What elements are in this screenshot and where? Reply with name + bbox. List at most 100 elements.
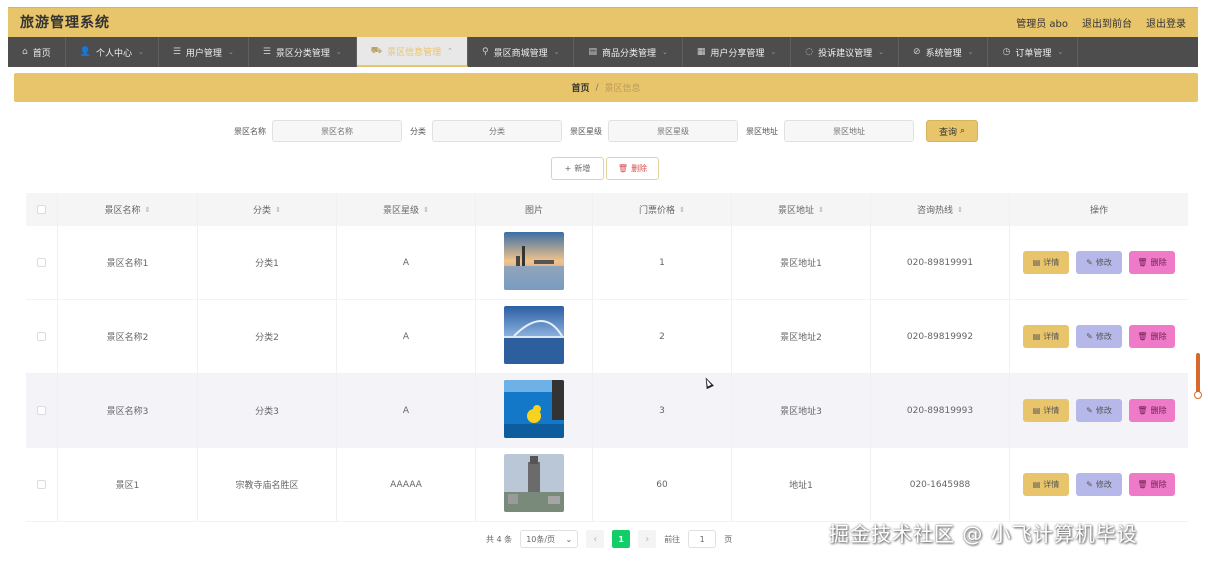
scrollbar-handle[interactable]	[1194, 391, 1202, 399]
trash-icon: 🗑	[617, 164, 629, 173]
nav-item-8[interactable]: ◌ 投诉建议管理 ⌄	[791, 37, 900, 67]
detail-button[interactable]: ▤ 详情	[1023, 325, 1069, 348]
name-search-input[interactable]	[272, 120, 402, 142]
cell-price: 60	[593, 448, 732, 521]
detail-button[interactable]: ▤ 详情	[1023, 473, 1069, 496]
pencil-icon: ✎	[1086, 332, 1093, 341]
breadcrumb-home[interactable]: 首页	[571, 81, 589, 94]
header-name[interactable]: 景区名称 ⇕	[58, 193, 198, 226]
delete-row-button[interactable]: 🗑 删除	[1129, 325, 1175, 348]
nav-item-7[interactable]: ▦ 用户分享管理 ⌄	[683, 37, 792, 67]
edit-label: 修改	[1095, 406, 1112, 415]
header-price-label: 门票价格	[639, 206, 676, 216]
page-button-current[interactable]: 1	[612, 530, 631, 548]
bulk-delete-label: 删除	[631, 164, 648, 173]
table-row[interactable]: 景区1 宗教寺庙名胜区 AAAAA 60 地址1 020-1645988 ▤ 详情 ✎ 修改 🗑 删除	[26, 448, 1188, 522]
sort-icon: ⇕	[144, 205, 151, 214]
nav-item-1[interactable]: 👤 个人中心 ⌄	[66, 37, 159, 67]
scenic-thumbnail[interactable]	[504, 454, 564, 515]
header-address[interactable]: 景区地址 ⇕	[732, 193, 871, 226]
goto-page-input[interactable]: 1	[688, 530, 717, 548]
select-all-checkbox[interactable]	[37, 205, 46, 214]
star-label: 景区星级	[570, 126, 602, 136]
nav-item-label: 景区分类管理	[275, 48, 330, 59]
trash-icon: 🗑	[1137, 258, 1148, 267]
nav-item-10[interactable]: ◷ 订单管理 ⌄	[988, 37, 1079, 67]
clock-icon: ◌	[805, 47, 814, 57]
edit-button[interactable]: ✎ 修改	[1076, 473, 1122, 496]
document-icon: ▤	[1032, 258, 1041, 267]
cell-image	[476, 300, 593, 373]
logout-link[interactable]: 退出登录	[1146, 15, 1186, 30]
nav-item-3[interactable]: ☰ 景区分类管理 ⌄	[249, 37, 357, 67]
header-price[interactable]: 门票价格 ⇕	[593, 193, 732, 226]
breadcrumb-separator: /	[595, 82, 599, 93]
trash-icon: 🗑	[1137, 332, 1148, 341]
cell-star: A	[337, 226, 476, 299]
nav-item-0[interactable]: ⌂ 首页	[8, 37, 66, 67]
nav-item-label: 景区信息管理	[387, 47, 442, 58]
clock-icon: ◷	[1002, 47, 1011, 57]
scenic-thumbnail[interactable]	[504, 306, 564, 367]
cell-actions: ▤ 详情 ✎ 修改 🗑 删除	[1010, 226, 1188, 299]
edit-button[interactable]: ✎ 修改	[1076, 325, 1122, 348]
cell-name: 景区1	[58, 448, 198, 521]
row-checkbox[interactable]	[37, 480, 46, 489]
cell-image	[476, 226, 593, 299]
category-search-input[interactable]	[432, 120, 562, 142]
row-checkbox[interactable]	[37, 258, 46, 267]
scenic-thumbnail[interactable]	[504, 380, 564, 441]
pagination: 共 4 条 10条/页 ⌄ ‹ 1 › 前往 1 页	[486, 530, 732, 548]
goto-label: 前往	[664, 534, 681, 544]
cell-image	[476, 448, 593, 521]
nav-item-2[interactable]: ☰ 用户管理 ⌄	[159, 37, 249, 67]
delete-row-button[interactable]: 🗑 删除	[1129, 399, 1175, 422]
sort-icon: ⇕	[957, 205, 963, 214]
header-name-label: 景区名称	[104, 206, 141, 216]
chevron-down-icon: ⌄	[967, 48, 974, 56]
cell-price: 2	[593, 300, 732, 373]
delete-row-button[interactable]: 🗑 删除	[1129, 251, 1175, 274]
admin-user-link[interactable]: 管理员 abo	[1016, 15, 1068, 30]
table-row[interactable]: 景区名称3 分类3 A 3 景区地址3 020-89819993 ▤ 详情 ✎ 修改 🗑 删除	[26, 374, 1188, 448]
nav-item-5[interactable]: ⚲ 景区商城管理 ⌄	[468, 37, 575, 67]
scenic-thumbnail[interactable]	[504, 232, 564, 293]
header-phone[interactable]: 咨询热线 ⇕	[871, 193, 1010, 226]
detail-button[interactable]: ▤ 详情	[1023, 399, 1069, 422]
page-size-select[interactable]: 10条/页 ⌄	[520, 530, 579, 548]
row-checkbox[interactable]	[37, 332, 46, 341]
nav-item-4[interactable]: ⛟ 景区信息管理 ⌃	[356, 37, 468, 67]
header-image: 图片	[476, 193, 593, 226]
sort-icon: ⇕	[679, 205, 685, 214]
edit-button[interactable]: ✎ 修改	[1076, 251, 1122, 274]
delete-label: 删除	[1150, 258, 1167, 267]
cell-actions: ▤ 详情 ✎ 修改 🗑 删除	[1010, 448, 1188, 521]
cell-price: 1	[593, 226, 732, 299]
row-checkbox[interactable]	[37, 406, 46, 415]
delete-row-button[interactable]: 🗑 删除	[1129, 473, 1175, 496]
header-star[interactable]: 景区星级 ⇕	[337, 193, 476, 226]
address-search-input[interactable]	[784, 120, 914, 142]
pencil-icon: ✎	[1086, 258, 1093, 267]
search-button[interactable]: 查询 ⌕	[926, 120, 978, 142]
nav-item-6[interactable]: ▤ 商品分类管理 ⌄	[574, 37, 683, 67]
header-category[interactable]: 分类 ⇕	[198, 193, 337, 226]
row-select-cell	[26, 448, 58, 521]
next-page-button[interactable]: ›	[638, 530, 657, 548]
table-row[interactable]: 景区名称1 分类1 A 1 景区地址1 020-89819991 ▤ 详情 ✎ 修改 🗑 删除	[26, 226, 1188, 300]
prev-page-button[interactable]: ‹	[586, 530, 605, 548]
star-search-input[interactable]	[608, 120, 738, 142]
chevron-down-icon: ⌄	[770, 48, 777, 56]
chevron-down-icon: ⌄	[335, 48, 342, 56]
nav-item-9[interactable]: ⊘ 系统管理 ⌄	[899, 37, 989, 67]
bulk-delete-button[interactable]: 🗑 删除	[606, 157, 659, 180]
detail-label: 详情	[1043, 332, 1060, 341]
cell-phone: 020-89819992	[871, 300, 1010, 373]
chevron-down-icon: ⌄	[227, 48, 234, 56]
table-header: 景区名称 ⇕ 分类 ⇕ 景区星级 ⇕ 图片 门票价格 ⇕ 景区地址 ⇕ 咨询热线 ⇕ 操作	[26, 193, 1188, 226]
add-button[interactable]: + 新增	[551, 157, 604, 180]
detail-button[interactable]: ▤ 详情	[1023, 251, 1069, 274]
edit-button[interactable]: ✎ 修改	[1076, 399, 1122, 422]
front-page-link[interactable]: 退出到前台	[1082, 15, 1132, 30]
table-row[interactable]: 景区名称2 分类2 A 2 景区地址2 020-89819992 ▤ 详情 ✎ 修改 🗑 删除	[26, 300, 1188, 374]
